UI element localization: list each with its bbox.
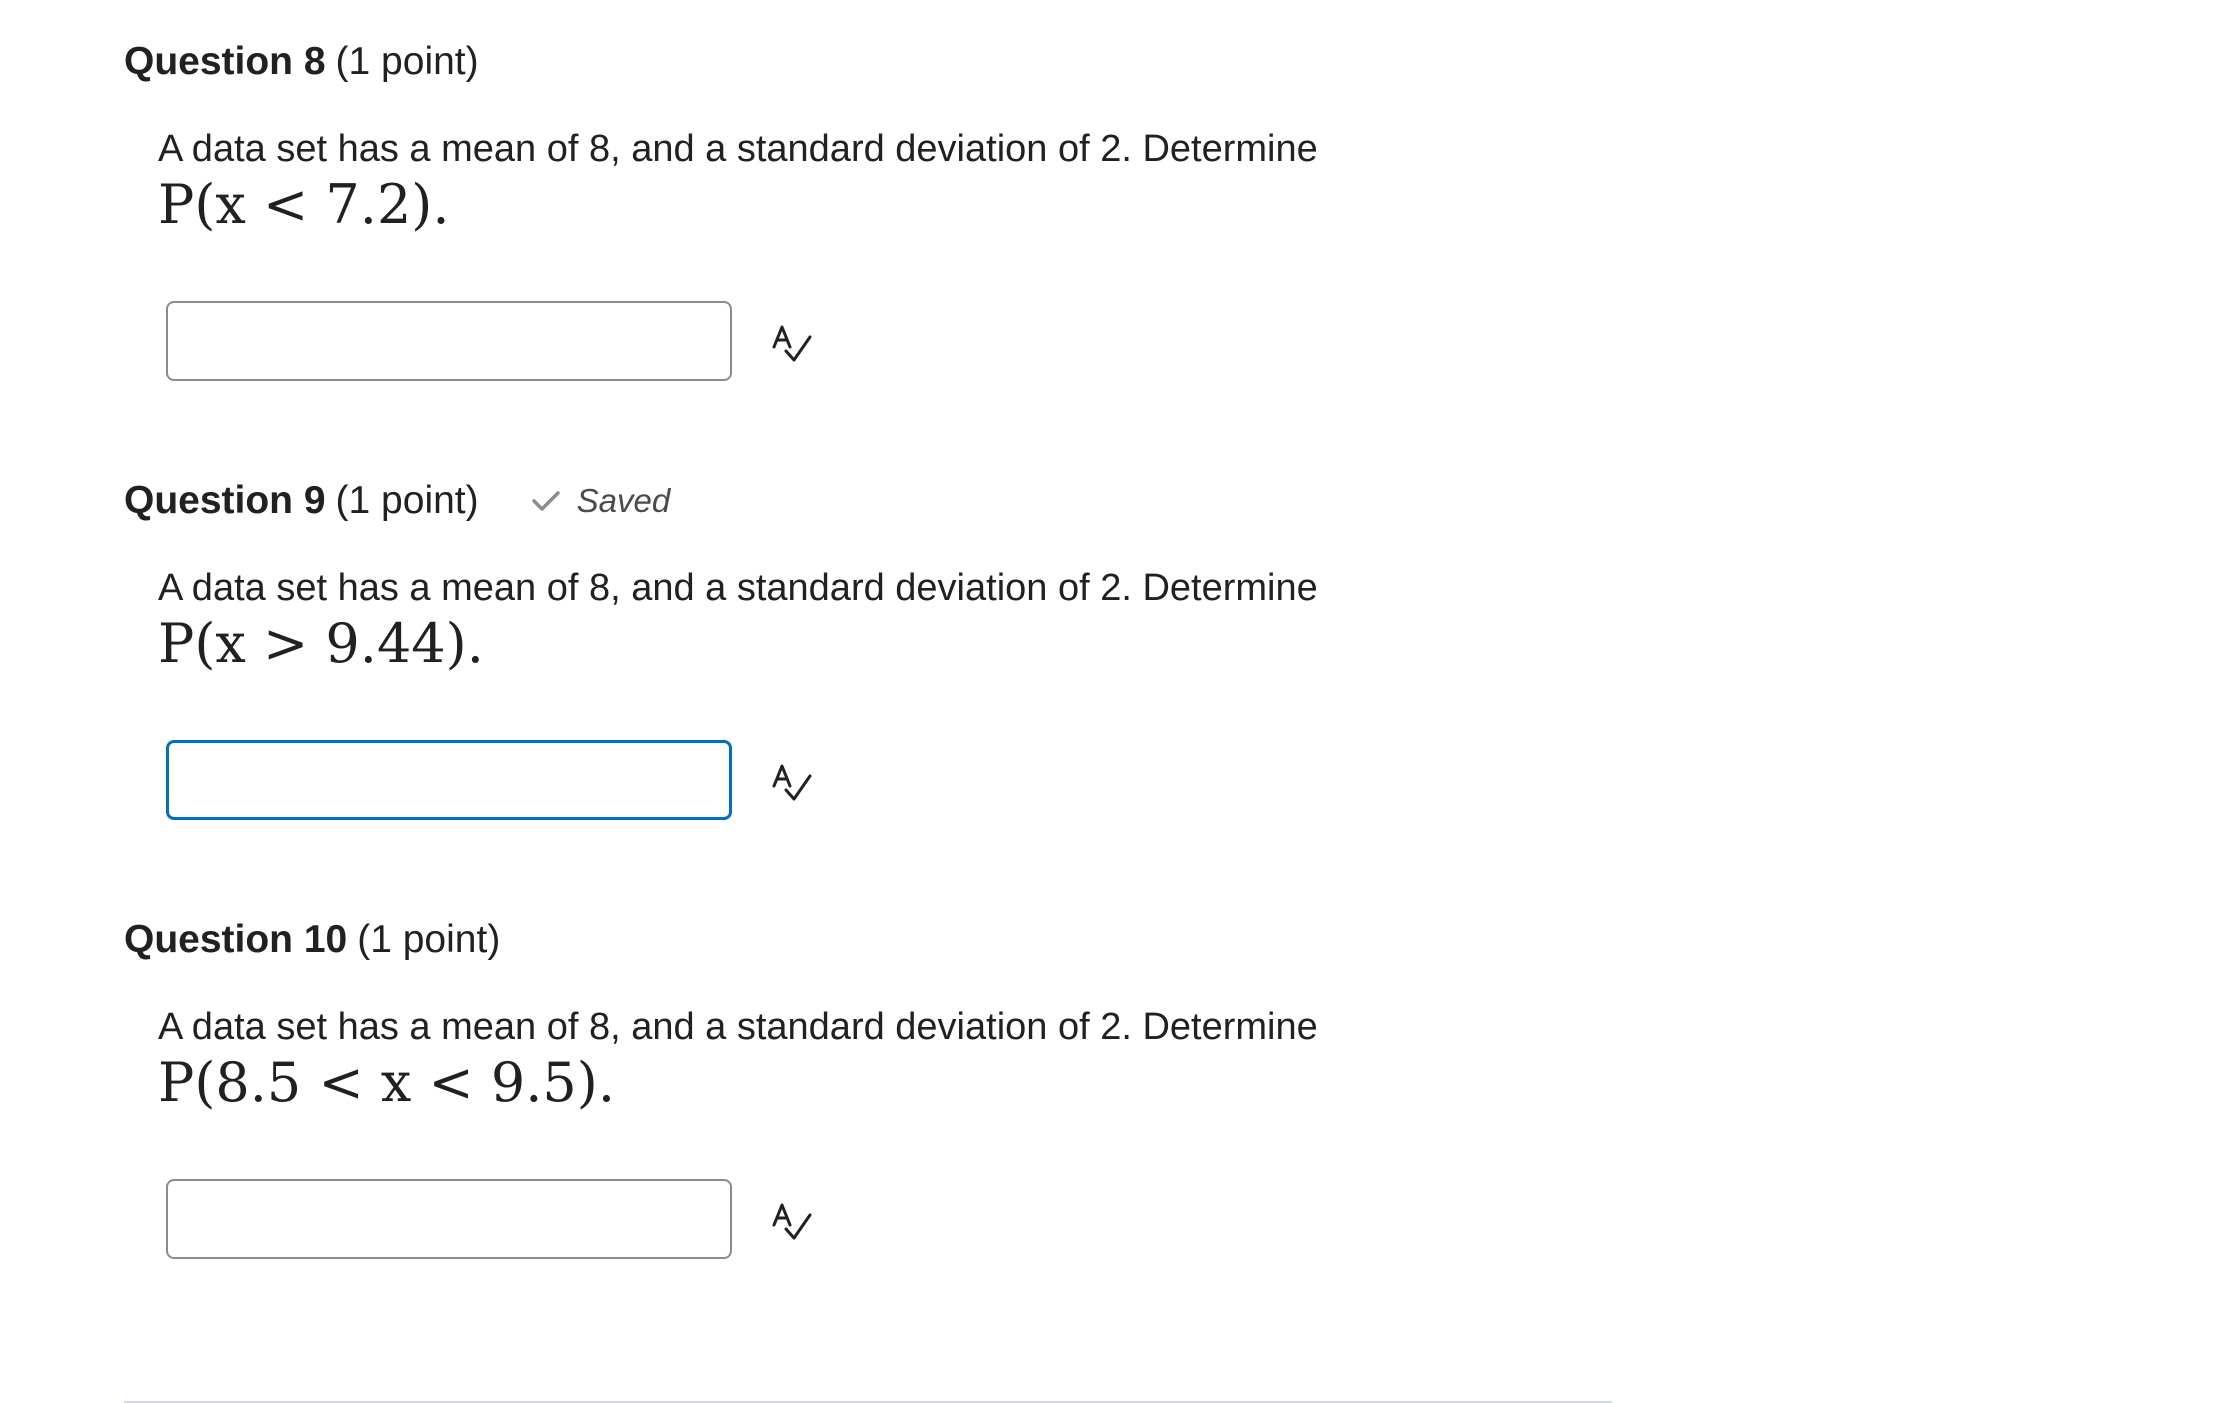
question-title: Question 9	[124, 479, 326, 522]
question-header: Question 8 (1 point)	[124, 38, 1624, 86]
question-header: Question 10 (1 point)	[124, 916, 1624, 964]
question-math: P(x < 7.2).	[158, 173, 450, 236]
question-9: Question 9 (1 point) Saved A data set ha…	[124, 477, 1624, 820]
spell-check-icon[interactable]	[770, 1201, 814, 1243]
answer-input[interactable]	[166, 301, 732, 381]
question-text: A data set has a mean of 8, and a standa…	[158, 1006, 1318, 1048]
saved-status: Saved	[531, 477, 671, 525]
saved-label: Saved	[576, 482, 671, 519]
spell-check-icon[interactable]	[770, 762, 814, 804]
answer-input[interactable]	[166, 740, 732, 820]
question-text: A data set has a mean of 8, and a standa…	[158, 567, 1318, 609]
question-math: P(8.5 < x < 9.5).	[158, 1051, 615, 1114]
question-title: Question 10	[124, 918, 348, 961]
answer-input[interactable]	[166, 1179, 732, 1259]
question-points: (1 point)	[357, 918, 501, 961]
checkmark-icon	[531, 491, 560, 511]
question-title: Question 8	[124, 40, 326, 83]
question-points: (1 point)	[335, 479, 479, 522]
question-8: Question 8 (1 point) A data set has a me…	[124, 38, 1624, 381]
question-math: P(x > 9.44).	[158, 612, 484, 675]
question-points: (1 point)	[335, 40, 479, 83]
question-10: Question 10 (1 point) A data set has a m…	[124, 916, 1624, 1259]
question-text: A data set has a mean of 8, and a standa…	[158, 128, 1318, 170]
question-header: Question 9 (1 point) Saved	[124, 477, 1624, 525]
spell-check-icon[interactable]	[770, 323, 814, 365]
